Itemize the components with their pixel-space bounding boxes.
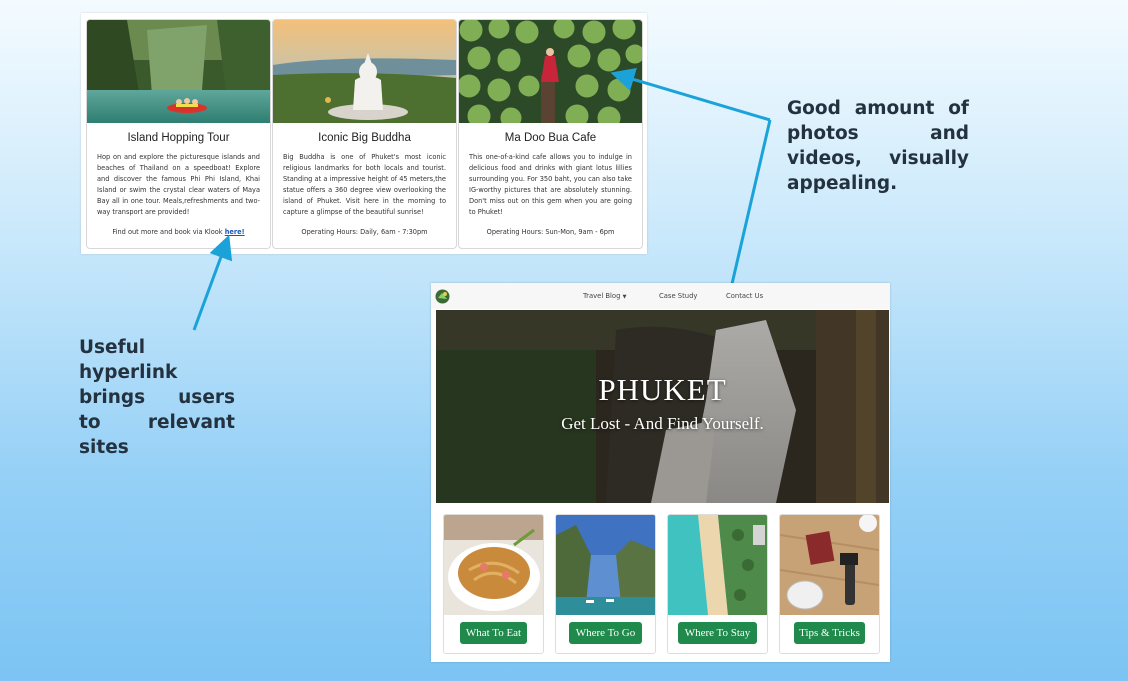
tile-where-to-stay: Where To Stay xyxy=(667,514,768,654)
phuket-website-screenshot: Travel Blog ▼ Case Study Contact Us PHUK… xyxy=(431,283,890,662)
card-ma-doo-bua-cafe: Ma Doo Bua Cafe This one-of-a-kind cafe … xyxy=(458,19,643,249)
hero-subtitle: Get Lost - And Find Yourself. xyxy=(561,414,764,433)
island-hopping-photo xyxy=(87,20,270,123)
card-description: Big Buddha is one of Phuket's most iconi… xyxy=(283,153,446,216)
tips-and-tricks-button[interactable]: Tips & Tricks xyxy=(794,622,865,644)
tile-tips-and-tricks: Tips & Tricks xyxy=(779,514,880,654)
tile-where-to-go: Where To Go xyxy=(555,514,656,654)
travel-gear-photo xyxy=(780,515,879,615)
card-footer: Find out more and book via Klook here! xyxy=(87,228,270,236)
card-title: Island Hopping Tour xyxy=(127,132,230,144)
operating-hours: Operating Hours: Daily, 6am - 7:30pm xyxy=(301,228,428,236)
card-big-buddha: Iconic Big Buddha Big Buddha is one of P… xyxy=(272,19,457,249)
lotus-cafe-photo xyxy=(459,20,642,123)
card-description: Hop on and explore the picturesque islan… xyxy=(97,153,260,216)
big-buddha-photo xyxy=(273,20,456,123)
operating-hours: Operating Hours: Sun-Mon, 9am - 6pm xyxy=(486,228,615,236)
tile-what-to-eat: What To Eat xyxy=(443,514,544,654)
attractions-card-panel: Island Hopping Tour Hop on and explore t… xyxy=(81,13,647,254)
beach-aerial-photo xyxy=(668,515,767,615)
nav-contact-us[interactable]: Contact Us xyxy=(726,292,763,300)
navbar: Travel Blog ▼ Case Study Contact Us xyxy=(431,283,890,309)
where-to-go-button[interactable]: Where To Go xyxy=(569,622,642,644)
hero-title: PHUKET xyxy=(598,372,727,407)
what-to-eat-button[interactable]: What To Eat xyxy=(460,622,527,644)
card-island-hopping: Island Hopping Tour Hop on and explore t… xyxy=(86,19,271,249)
annotation-hyperlink: Useful hyperlink brings users to relevan… xyxy=(79,337,235,458)
limestone-bay-photo xyxy=(556,515,655,615)
nav-case-study[interactable]: Case Study xyxy=(659,292,697,300)
nav-travel-blog-label: Travel Blog xyxy=(583,292,621,300)
pad-thai-photo xyxy=(444,515,543,615)
caret-down-icon: ▼ xyxy=(622,294,627,300)
booking-text: Find out more and book via Klook xyxy=(112,228,225,236)
arrow-to-klook-link xyxy=(192,234,233,331)
card-description: This one-of-a-kind cafe allows you to in… xyxy=(469,153,632,216)
nav-travel-blog[interactable]: Travel Blog ▼ xyxy=(583,292,626,300)
card-title: Iconic Big Buddha xyxy=(318,132,411,144)
hero-banner: PHUKET Get Lost - And Find Yourself. xyxy=(436,310,889,503)
klook-booking-link[interactable]: here! xyxy=(225,228,245,236)
where-to-stay-button[interactable]: Where To Stay xyxy=(678,622,757,644)
site-logo-icon[interactable] xyxy=(435,289,450,304)
card-title: Ma Doo Bua Cafe xyxy=(504,132,597,144)
annotation-visual-appeal: Good amount of photos and videos, visual… xyxy=(787,98,969,194)
